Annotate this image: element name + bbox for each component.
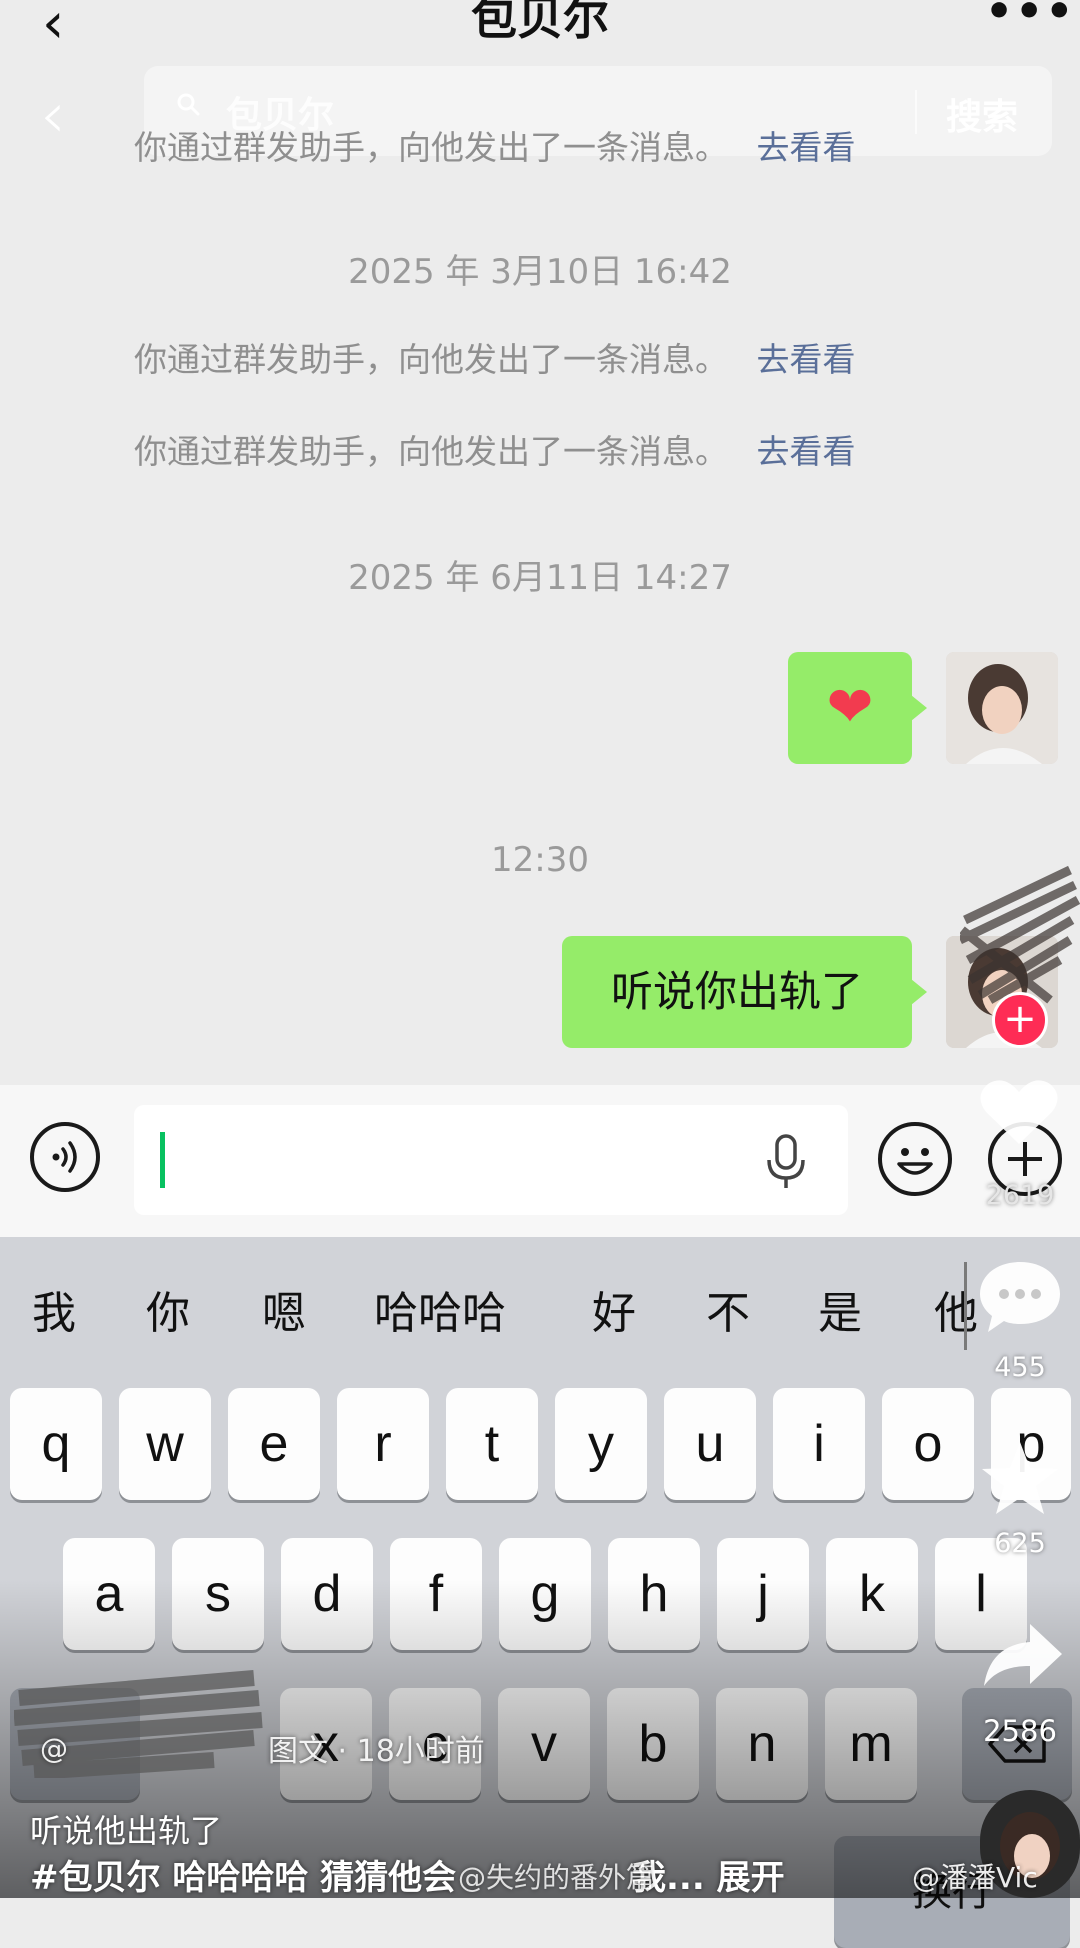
expand-caption[interactable]: 我... 展开 [632, 1850, 785, 1899]
like-count: 2619 [985, 1180, 1055, 1211]
comment-icon[interactable] [976, 1258, 1064, 1338]
key-q[interactable]: q [10, 1388, 102, 1500]
emoji-icon [897, 1148, 933, 1175]
mic-icon[interactable] [764, 1134, 808, 1190]
search-divider [915, 90, 917, 134]
search-icon [177, 93, 200, 116]
text-caret [160, 1132, 165, 1188]
voice-button[interactable] [30, 1122, 100, 1192]
caption-line1: 听说他出轨了 [30, 1812, 223, 1850]
candidate-word[interactable]: 哈哈哈 [374, 1286, 506, 1342]
candidate-word[interactable]: 我 [32, 1286, 76, 1342]
timestamp: 2025 年 6月11日 14:27 [348, 558, 732, 598]
key-r[interactable]: r [337, 1388, 429, 1500]
message-bubble[interactable]: ❤ [788, 652, 912, 764]
key-y[interactable]: y [555, 1388, 647, 1500]
bubble-tail [911, 695, 927, 721]
candidate-divider [964, 1262, 967, 1350]
message-bubble[interactable]: 听说你出轨了 [562, 936, 912, 1048]
favorite-count: 625 [994, 1528, 1046, 1559]
post-meta: 图文 · 18小时前 [268, 1734, 485, 1769]
view-link[interactable]: 去看看 [757, 340, 856, 379]
like-icon[interactable] [978, 1076, 1060, 1148]
timestamp: 12:30 [491, 840, 589, 880]
system-message: 你通过群发助手，向他发出了一条消息。 去看看 [134, 126, 856, 170]
voice-icon [52, 1141, 77, 1173]
key-u[interactable]: u [664, 1388, 756, 1500]
key-o[interactable]: o [882, 1388, 974, 1500]
heart-emoji: ❤ [826, 675, 874, 740]
system-message-text: 你通过群发助手，向他发出了一条消息。 [134, 432, 728, 471]
bubble-tail [911, 979, 927, 1005]
candidate-word[interactable]: 不 [706, 1286, 750, 1342]
back-icon[interactable]: ‹ [40, 84, 66, 148]
follow-plus-button[interactable]: + [992, 992, 1048, 1048]
candidate-word[interactable]: 你 [146, 1286, 190, 1342]
search-button[interactable]: 搜索 [946, 88, 1018, 140]
share-count: 2586 [983, 1714, 1057, 1748]
comment-count: 455 [994, 1352, 1046, 1383]
share-icon[interactable] [980, 1620, 1064, 1690]
watermark-left: @失约的番外篇 [458, 1861, 655, 1894]
author-at-symbol: @ [40, 1732, 68, 1765]
message-input[interactable] [134, 1105, 848, 1215]
avatar-image [946, 652, 1058, 764]
caption-hashtags[interactable]: #包贝尔 哈哈哈哈 猜猜他会 [30, 1850, 456, 1899]
candidate-word[interactable]: 他 [934, 1286, 978, 1342]
candidate-word[interactable]: 好 [592, 1286, 636, 1342]
candidate-word[interactable]: 是 [818, 1286, 862, 1342]
key-w[interactable]: w [119, 1388, 211, 1500]
candidate-word[interactable]: 嗯 [262, 1286, 306, 1342]
timestamp: 2025 年 3月10日 16:42 [348, 252, 732, 292]
favorite-icon[interactable] [978, 1438, 1062, 1518]
view-link[interactable]: 去看看 [757, 432, 856, 471]
system-message-text: 你通过群发助手，向他发出了一条消息。 [134, 340, 728, 379]
key-i[interactable]: i [773, 1388, 865, 1500]
more-options-icon[interactable]: ••• [985, 0, 1075, 37]
system-message: 你通过群发助手，向他发出了一条消息。 去看看 [134, 338, 856, 382]
message-text: 听说你出轨了 [610, 967, 863, 1016]
key-t[interactable]: t [446, 1388, 538, 1500]
view-link[interactable]: 去看看 [757, 128, 856, 167]
avatar[interactable] [946, 652, 1058, 764]
system-message-text: 你通过群发助手，向他发出了一条消息。 [134, 128, 728, 167]
emoji-button[interactable] [878, 1122, 952, 1196]
chat-title: 包贝尔 [471, 0, 609, 45]
watermark-right: @潘潘Vic [912, 1861, 1038, 1894]
key-e[interactable]: e [228, 1388, 320, 1500]
redaction-scribble [960, 865, 1080, 1004]
system-message: 你通过群发助手，向他发出了一条消息。 去看看 [134, 430, 856, 474]
